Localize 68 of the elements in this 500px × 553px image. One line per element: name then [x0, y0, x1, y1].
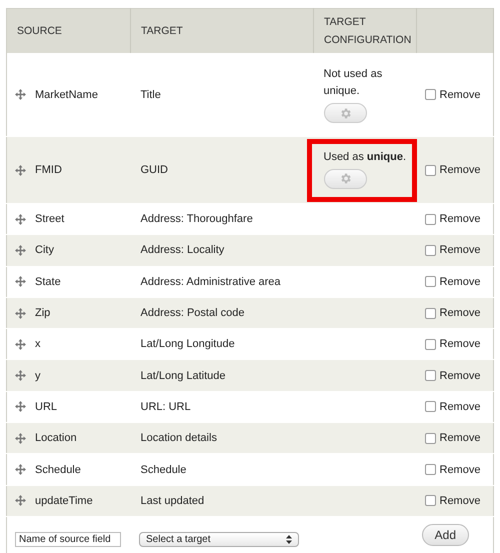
remove-checkbox[interactable]	[424, 276, 436, 288]
drag-handle-icon[interactable]	[15, 244, 26, 256]
column-header: TARGET CONFIGURATION	[314, 8, 416, 53]
settings-icon	[338, 172, 352, 185]
remove-checkbox[interactable]	[424, 244, 436, 256]
remove-checkbox[interactable]	[424, 164, 436, 176]
target-name: Location details	[140, 432, 217, 444]
remove-label[interactable]: Remove	[440, 88, 480, 100]
drag-handle-icon[interactable]	[15, 432, 26, 444]
source-name: URL	[35, 400, 58, 413]
target-name: Lat/Long Longitude	[140, 338, 235, 350]
remove-checkbox[interactable]	[424, 401, 436, 412]
remove-checkbox[interactable]	[424, 432, 436, 444]
target-name: Address: Administrative area	[140, 276, 281, 288]
add-button[interactable]: Add	[422, 524, 469, 546]
source-field-input[interactable]: Name of source field	[15, 532, 121, 548]
remove-label[interactable]: Remove	[440, 213, 480, 226]
drag-handle-icon[interactable]	[15, 370, 26, 382]
source-name: x	[35, 338, 40, 350]
dropdown-arrows-icon	[286, 535, 292, 544]
target-name: Address: Postal code	[140, 307, 244, 320]
drag-handle-icon[interactable]	[15, 164, 26, 176]
column-header: SOURCE	[6, 8, 130, 53]
source-name: updateTime	[35, 494, 93, 507]
target-name: Last updated	[140, 494, 204, 507]
unique-status: Not used as unique.	[324, 67, 384, 99]
remove-checkbox[interactable]	[424, 495, 436, 506]
remove-checkbox[interactable]	[424, 370, 436, 382]
target-name: GUID	[140, 164, 168, 176]
remove-label[interactable]: Remove	[440, 164, 480, 176]
target-name: Lat/Long Latitude	[140, 370, 226, 382]
remove-checkbox[interactable]	[424, 89, 436, 100]
remove-checkbox[interactable]	[424, 308, 436, 319]
drag-handle-icon[interactable]	[15, 276, 26, 288]
remove-checkbox[interactable]	[424, 464, 436, 476]
source-name: Location	[35, 432, 77, 444]
target-name: Schedule	[140, 464, 186, 476]
remove-checkbox[interactable]	[424, 214, 436, 225]
target-name: Title	[140, 88, 161, 100]
drag-handle-icon[interactable]	[15, 214, 26, 225]
settings-icon	[338, 106, 352, 120]
remove-label[interactable]: Remove	[440, 464, 480, 476]
source-name: Schedule	[35, 464, 81, 476]
drag-handle-icon[interactable]	[15, 308, 26, 319]
source-name: Street	[35, 213, 64, 226]
drag-handle-icon[interactable]	[15, 464, 26, 476]
source-name: City	[35, 244, 54, 256]
source-name: Zip	[35, 307, 50, 320]
drag-handle-icon[interactable]	[15, 401, 26, 412]
settings-button[interactable]	[324, 168, 366, 188]
target-name: Address: Thoroughfare	[140, 213, 253, 226]
target-name: Address: Locality	[140, 244, 224, 256]
target-name: URL: URL	[140, 400, 191, 413]
unique-status: Used as unique.	[324, 150, 406, 164]
drag-handle-icon[interactable]	[15, 338, 26, 350]
source-name: y	[35, 370, 40, 382]
remove-label[interactable]: Remove	[440, 276, 480, 288]
settings-button[interactable]	[324, 103, 366, 123]
source-name: MarketName	[35, 88, 98, 100]
column-header: TARGET	[130, 8, 314, 53]
remove-label[interactable]: Remove	[440, 400, 480, 413]
drag-handle-icon[interactable]	[15, 495, 26, 506]
drag-handle-icon[interactable]	[15, 89, 26, 100]
remove-checkbox[interactable]	[424, 338, 436, 350]
source-name: FMID	[35, 164, 62, 176]
source-name: State	[35, 276, 61, 288]
target-select[interactable]: Select a target	[139, 532, 299, 548]
remove-label[interactable]: Remove	[440, 338, 480, 350]
